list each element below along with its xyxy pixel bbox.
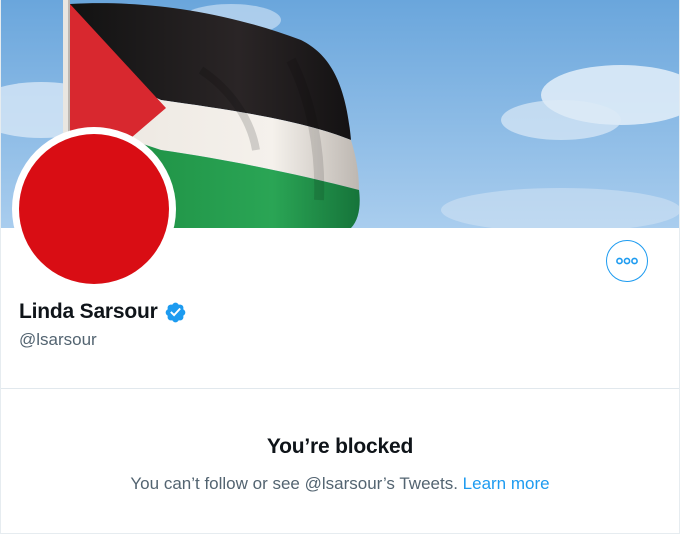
more-options-button[interactable]	[606, 240, 648, 282]
profile-handle: @lsarsour	[19, 330, 97, 349]
learn-more-link[interactable]: Learn more	[463, 474, 550, 493]
more-options-icon	[616, 257, 638, 265]
blocked-message: You can’t follow or see @lsarsour’s Twee…	[130, 474, 458, 493]
blocked-title: You’re blocked	[266, 435, 414, 458]
display-name: Linda Sarsour	[19, 300, 158, 323]
section-divider	[1, 388, 679, 389]
profile-name-row: Linda Sarsour	[19, 300, 187, 324]
avatar[interactable]	[19, 134, 169, 284]
verified-badge-icon	[165, 302, 185, 322]
blocked-message-row: You can’t follow or see @lsarsour’s Twee…	[1, 474, 679, 494]
profile-page: Linda Sarsour @lsarsour You’re blocked Y…	[0, 0, 680, 534]
